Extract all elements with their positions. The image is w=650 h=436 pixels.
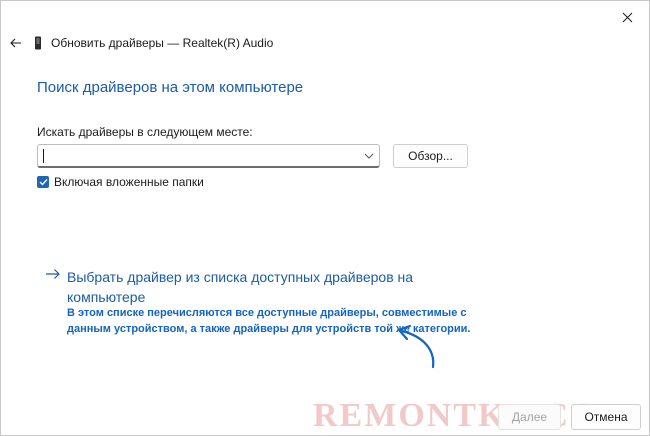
device-icon [33,35,43,51]
close-button[interactable] [613,5,641,29]
cancel-button[interactable]: Отмена [571,404,641,430]
include-subfolders-label: Включая вложенные папки [54,175,204,189]
page-heading: Поиск драйверов на этом компьютере [37,79,304,96]
back-button[interactable] [7,34,25,52]
window-title: Обновить драйверы — Realtek(R) Audio [51,36,274,50]
annotation-arrow-icon [395,321,445,376]
update-drivers-window: Обновить драйверы — Realtek(R) Audio Пои… [0,0,650,436]
browse-button[interactable]: Обзор... [393,144,468,168]
pick-driver-from-list-link[interactable]: Выбрать драйвер из списка доступных драй… [43,267,447,307]
pick-driver-title[interactable]: Выбрать драйвер из списка доступных драй… [67,267,447,307]
checkmark-icon [39,179,48,186]
path-label: Искать драйверы в следующем месте: [37,125,253,139]
chevron-down-icon[interactable] [363,150,375,162]
path-combobox[interactable] [37,144,380,168]
text-caret [43,149,44,163]
right-arrow-icon [43,268,63,286]
next-button[interactable]: Далее [498,404,561,430]
back-arrow-icon [10,38,21,48]
close-icon [622,12,632,22]
include-subfolders-checkbox[interactable] [37,176,49,188]
title-row: Обновить драйверы — Realtek(R) Audio [7,33,273,53]
include-subfolders-option[interactable]: Включая вложенные папки [37,175,204,189]
